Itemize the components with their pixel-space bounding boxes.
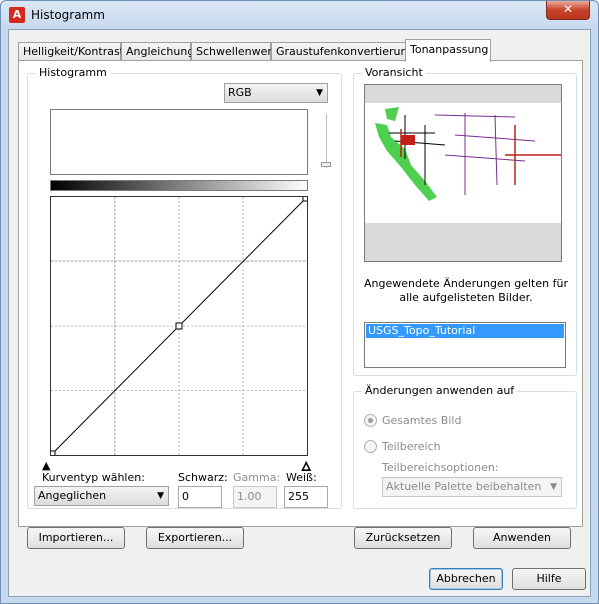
tab-grayscale-conversion[interactable]: Graustufenkonvertierung — [271, 42, 414, 61]
channel-select[interactable]: RGB ▼ — [224, 83, 328, 103]
gamma-input[interactable]: 1.00 — [233, 486, 277, 508]
curve-control-point[interactable] — [175, 322, 183, 330]
subrange-options-value: Aktuelle Palette beibehalten — [386, 480, 542, 493]
preview-note: Angewendete Änderungen gelten für alle a… — [364, 277, 568, 304]
channel-select-value: RGB — [228, 86, 252, 99]
histogram-group-label: Histogramm — [36, 66, 110, 79]
image-listbox[interactable]: USGS_Topo_Tutorial — [364, 322, 566, 368]
curve-type-label: Kurventyp wählen: — [42, 471, 145, 484]
preview-group-label: Voransicht — [362, 66, 426, 79]
export-button[interactable]: Exportieren... — [146, 527, 244, 549]
dialog-client-area: Helligkeit/Kontrast Angleichung Schwelle… — [8, 29, 591, 597]
tone-adjustment-panel: Histogramm RGB ▼ ▲ △ Kurventyp wählen: A… — [18, 60, 583, 527]
chevron-down-icon: ▼ — [550, 482, 557, 492]
radio-partial[interactable] — [364, 440, 377, 453]
tab-brightness-contrast[interactable]: Helligkeit/Kontrast — [18, 42, 124, 61]
cancel-button[interactable]: Abbrechen — [429, 568, 503, 590]
subrange-options-label: Teilbereichsoptionen: — [382, 461, 499, 474]
slider-thumb[interactable] — [321, 162, 331, 167]
tone-curve-editor[interactable] — [50, 196, 308, 456]
curve-control-point[interactable] — [302, 197, 307, 202]
help-button[interactable]: Hilfe — [512, 568, 586, 590]
black-label: Schwarz: — [178, 471, 228, 484]
autocad-app-icon: A — [9, 7, 25, 23]
preview-map-graphic — [365, 85, 561, 261]
title-bar: A Histogramm ✕ — [1, 1, 598, 29]
radio-partial-label: Teilbereich — [382, 440, 441, 453]
tab-equalization[interactable]: Angleichung — [121, 42, 194, 61]
curve-svg — [51, 197, 307, 455]
import-button[interactable]: Importieren... — [27, 527, 125, 549]
histogram-dialog: A Histogramm ✕ Helligkeit/Kontrast Angle… — [0, 0, 599, 604]
chevron-down-icon: ▼ — [157, 491, 164, 501]
window-title: Histogramm — [31, 8, 105, 22]
reset-button[interactable]: Zurücksetzen — [354, 527, 452, 549]
preview-image — [364, 84, 562, 262]
white-input[interactable]: 255 — [284, 486, 328, 508]
radio-whole-image-label: Gesamtes Bild — [382, 414, 462, 427]
tab-threshold[interactable]: Schwellenwert — [191, 42, 276, 61]
curve-type-select[interactable]: Angeglichen ▼ — [34, 486, 169, 506]
black-input[interactable]: 0 — [178, 486, 222, 508]
apply-to-group: Änderungen anwenden auf Gesamtes Bild Te… — [353, 384, 577, 509]
tab-tone-adjustment[interactable]: Tonanpassung — [405, 39, 491, 62]
chevron-down-icon: ▼ — [316, 88, 323, 98]
preview-group: Voransicht Angewendete Änderungen gelten… — [353, 66, 577, 376]
radio-whole-image[interactable] — [364, 414, 377, 427]
close-button[interactable]: ✕ — [546, 1, 590, 20]
histogram-group: Histogramm RGB ▼ ▲ △ Kurventyp wählen: A… — [27, 66, 342, 509]
curve-control-point[interactable] — [51, 450, 56, 455]
curve-type-value: Angeglichen — [38, 489, 107, 502]
tone-gradient-bar — [50, 180, 308, 191]
list-item[interactable]: USGS_Topo_Tutorial — [366, 324, 564, 338]
gamma-label: Gamma: — [233, 471, 281, 484]
white-label: Weiß: — [286, 471, 317, 484]
subrange-options-select[interactable]: Aktuelle Palette beibehalten ▼ — [382, 477, 562, 497]
apply-button[interactable]: Anwenden — [473, 527, 571, 549]
apply-to-group-label: Änderungen anwenden auf — [362, 384, 518, 397]
histogram-plot — [50, 109, 308, 175]
histogram-zoom-slider[interactable] — [326, 114, 327, 168]
